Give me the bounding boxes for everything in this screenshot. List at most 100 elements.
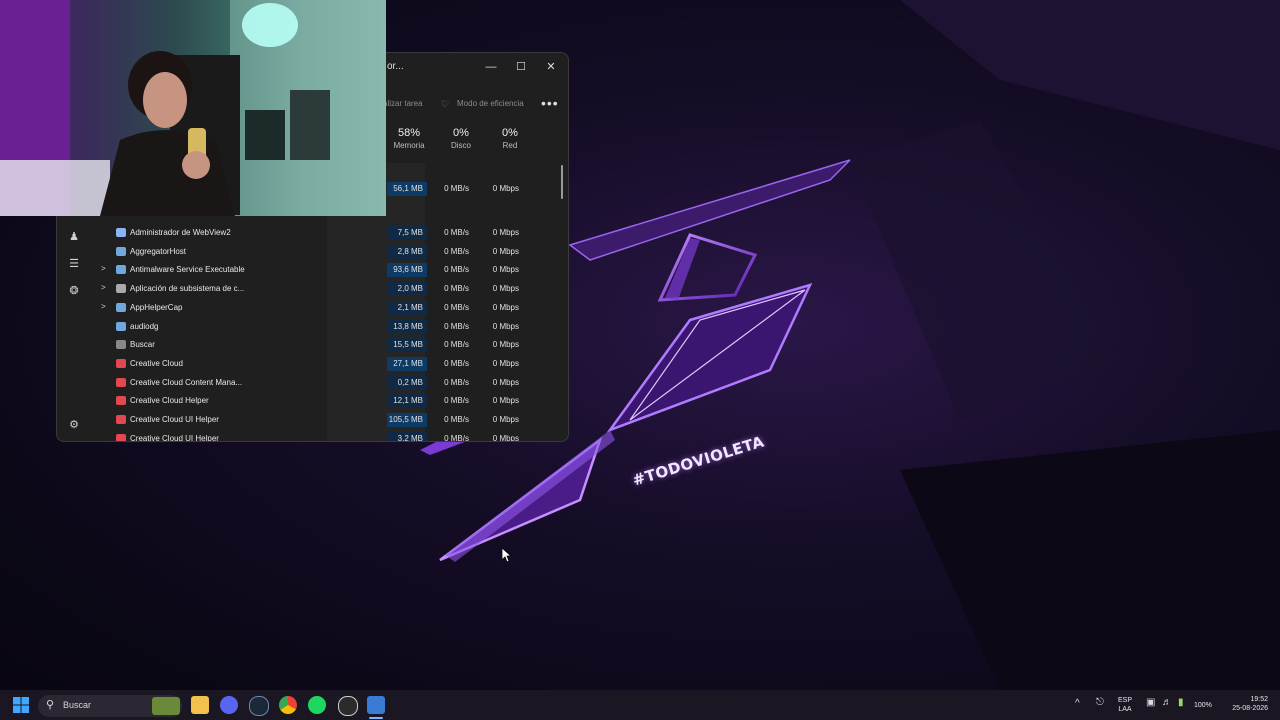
process-memory: 93,6 MB: [387, 263, 427, 278]
close-button[interactable]: ✕: [536, 57, 566, 77]
search-highlight-icon: [152, 697, 180, 715]
steam-icon[interactable]: [249, 696, 269, 716]
highlighted-row-network[interactable]: 0 Mbps: [475, 182, 519, 196]
chevron-up-icon[interactable]: ^: [1075, 698, 1080, 709]
keyboard-layout: LAA: [1118, 706, 1132, 713]
process-row[interactable]: Creative Cloud0%27,1 MB0 MB/s0 Mbps: [97, 355, 537, 373]
process-memory: 3,2 MB: [387, 431, 427, 441]
process-row[interactable]: >Aplicación de subsistema de c...0%2,0 M…: [97, 280, 537, 298]
network-icon[interactable]: ▣: [1146, 697, 1155, 708]
maximize-button[interactable]: ☐: [506, 57, 536, 77]
process-network: 0 Mbps: [492, 340, 519, 350]
creative-cloud-icon: [116, 358, 126, 368]
process-network: 0 Mbps: [492, 358, 519, 368]
task-manager-icon[interactable]: [367, 696, 385, 714]
end-task-button[interactable]: alizar tarea: [383, 99, 423, 108]
process-name: Creative Cloud Content Mana...: [130, 377, 243, 387]
expand-chevron-icon[interactable]: >: [101, 264, 106, 273]
process-network: 0 Mbps: [492, 246, 519, 256]
process-row[interactable]: Buscar0%15,5 MB0 MB/s0 Mbps: [97, 336, 537, 354]
active-app-indicator: [369, 717, 383, 719]
more-options-button[interactable]: •••: [541, 95, 559, 111]
clock-date: 25-08-2026: [1232, 705, 1268, 712]
clock[interactable]: 19:52 25-08-2026: [1222, 695, 1268, 713]
scrollbar[interactable]: [561, 165, 563, 199]
network-usage: 0%: [502, 127, 518, 139]
process-disk: 0 MB/s: [444, 246, 469, 256]
taskbar: ⚲ Buscar ^ ⎋ ESP LAA ▣ ♬ ▮ 100% 19:52 25…: [0, 690, 1280, 720]
chrome-icon[interactable]: [279, 696, 297, 714]
process-memory: 2,0 MB: [387, 282, 427, 297]
process-row[interactable]: Creative Cloud UI Helper0%3,2 MB0 MB/s0 …: [97, 430, 537, 442]
title-tab[interactable]: or...: [387, 61, 404, 72]
language-code: ESP: [1117, 697, 1132, 704]
process-row[interactable]: >AppHelperCap0%2,1 MB0 MB/s0 Mbps: [97, 299, 537, 317]
discord-icon[interactable]: [220, 696, 238, 714]
creative-cloud-icon: [116, 433, 126, 441]
efficiency-icon: ♡: [441, 99, 450, 109]
process-memory: 2,8 MB: [387, 244, 427, 259]
window-icon: [116, 228, 126, 237]
process-row[interactable]: Creative Cloud UI Helper0%105,5 MB0 MB/s…: [97, 411, 537, 429]
microphone-icon[interactable]: ⎋: [1096, 697, 1104, 708]
column-disk[interactable]: 0% Disco: [436, 127, 486, 150]
file-explorer-icon[interactable]: [191, 696, 209, 714]
process-row[interactable]: Creative Cloud Content Mana...0%0,2 MB0 …: [97, 374, 537, 392]
search-input[interactable]: ⚲ Buscar: [38, 695, 182, 717]
process-name: Creative Cloud Helper: [130, 396, 209, 406]
process-network: 0 Mbps: [492, 321, 519, 331]
services-icon[interactable]: ❂: [67, 284, 81, 298]
process-name: audiodg: [130, 321, 159, 331]
process-disk: 0 MB/s: [444, 396, 469, 406]
process-name: Creative Cloud: [130, 358, 183, 368]
details-icon[interactable]: ☰: [67, 257, 81, 271]
memory-label: Memoria: [393, 141, 425, 150]
column-memory[interactable]: 58% Memoria: [384, 127, 434, 150]
process-network: 0 Mbps: [492, 396, 519, 406]
disk-label: Disco: [450, 141, 471, 150]
column-network[interactable]: 0% Red: [485, 127, 535, 150]
process-name: Creative Cloud UI Helper: [130, 415, 219, 424]
process-row[interactable]: audiodg0%13,8 MB0 MB/s0 Mbps: [97, 318, 537, 336]
highlighted-row-memory[interactable]: 56,1 MB: [387, 182, 427, 196]
creative-cloud-icon: [116, 415, 126, 424]
process-row[interactable]: >Antimalware Service Executable0%93,6 MB…: [97, 261, 537, 279]
volume-icon[interactable]: ♬: [1162, 697, 1172, 708]
battery-icon[interactable]: ▮: [1178, 697, 1184, 708]
process-disk: 0 MB/s: [444, 321, 469, 331]
app-icon: [116, 265, 126, 275]
process-row[interactable]: AggregatorHost0%2,8 MB0 MB/s0 Mbps: [97, 243, 537, 261]
highlighted-row-disk[interactable]: 0 MB/s: [427, 182, 469, 196]
process-name: AggregatorHost: [130, 246, 187, 256]
process-name: Administrador de WebView2: [130, 228, 231, 237]
app-icon: [116, 302, 126, 312]
minimize-button[interactable]: —: [476, 57, 506, 77]
process-name: Antimalware Service Executable: [130, 265, 245, 275]
network-label: Red: [502, 141, 518, 150]
obs-icon[interactable]: [338, 696, 358, 716]
process-name: Buscar: [130, 340, 155, 350]
process-network: 0 Mbps: [492, 228, 519, 237]
settings-icon[interactable]: ⚙: [67, 418, 81, 432]
start-icon[interactable]: [12, 696, 30, 714]
process-memory: 13,8 MB: [387, 319, 427, 334]
process-disk: 0 MB/s: [444, 377, 469, 387]
users-icon[interactable]: ♟: [67, 230, 81, 244]
expand-chevron-icon[interactable]: >: [101, 302, 106, 311]
process-name: Creative Cloud UI Helper: [130, 433, 219, 442]
process-disk: 0 MB/s: [444, 302, 469, 312]
process-network: 0 Mbps: [492, 433, 519, 442]
efficiency-mode-button[interactable]: Modo de eficiencia: [457, 99, 524, 108]
mouse-cursor-icon: [502, 548, 512, 562]
process-disk: 0 MB/s: [444, 284, 469, 294]
spotify-icon[interactable]: [308, 696, 326, 714]
process-disk: 0 MB/s: [444, 340, 469, 350]
battery-percent: 100%: [1194, 702, 1212, 709]
process-disk: 0 MB/s: [444, 415, 469, 424]
process-row[interactable]: Creative Cloud Helper0%12,1 MB0 MB/s0 Mb…: [97, 392, 537, 410]
process-name: Aplicación de subsistema de c...: [130, 284, 245, 294]
expand-chevron-icon[interactable]: >: [101, 283, 106, 292]
process-memory: 2,1 MB: [387, 300, 427, 315]
input-language[interactable]: ESP LAA: [1116, 696, 1134, 714]
process-row[interactable]: Administrador de WebView20%7,5 MB0 MB/s0…: [97, 224, 537, 242]
